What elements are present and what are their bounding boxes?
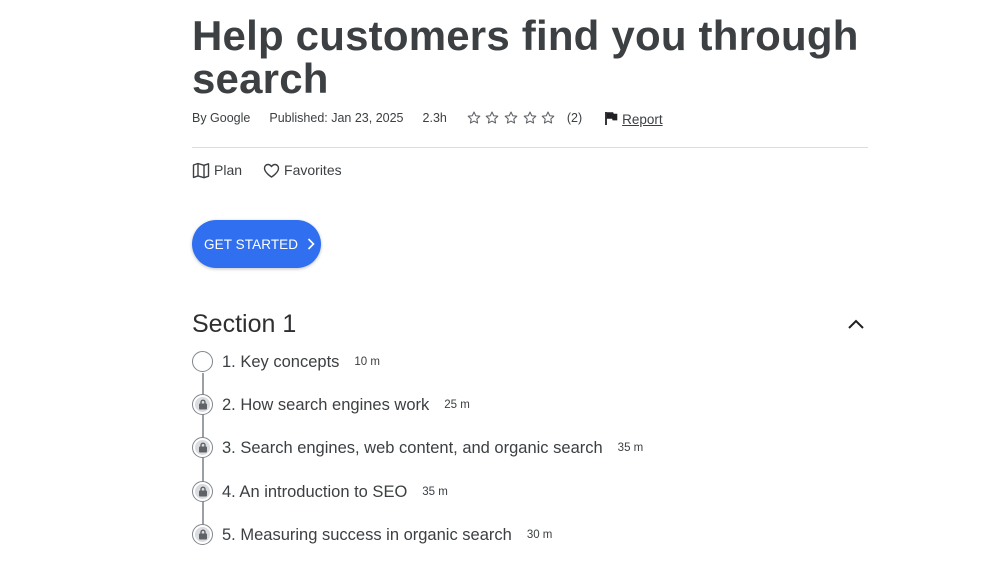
get-started-label[interactable]: GET STARTED bbox=[204, 237, 298, 252]
star-icon[interactable] bbox=[503, 110, 519, 126]
map-icon bbox=[192, 162, 210, 178]
lock-icon bbox=[192, 437, 213, 459]
step-item[interactable]: 3. Search engines, web content, and orga… bbox=[192, 437, 868, 480]
published-date: Published: Jan 23, 2025 bbox=[269, 111, 404, 125]
course-meta: By Google Published: Jan 23, 2025 2.3h (… bbox=[192, 107, 663, 129]
course-actions: Plan Favorites bbox=[192, 160, 363, 180]
step-item[interactable]: 1. Key concepts 10 m bbox=[192, 351, 868, 394]
heart-outline-icon bbox=[263, 163, 280, 178]
author: By Google bbox=[192, 111, 251, 125]
step-label[interactable]: 2. How search engines work bbox=[222, 394, 429, 416]
lock-icon bbox=[192, 480, 213, 502]
favorites-label[interactable]: Favorites bbox=[284, 162, 342, 178]
empty-circle-icon bbox=[192, 351, 213, 372]
report-link[interactable]: Report bbox=[605, 109, 663, 127]
lock-icon bbox=[192, 523, 213, 545]
step-duration: 25 m bbox=[444, 399, 470, 412]
get-started-button[interactable]: GET STARTED bbox=[192, 220, 321, 268]
step-label[interactable]: 1. Key concepts bbox=[222, 351, 339, 373]
rating-count: (2) bbox=[566, 111, 583, 125]
plan-label[interactable]: Plan bbox=[214, 162, 242, 178]
lock-icon bbox=[192, 394, 213, 416]
favorites-button[interactable]: Favorites bbox=[263, 162, 342, 178]
chevron-up-icon[interactable] bbox=[846, 314, 866, 334]
header-divider bbox=[192, 147, 868, 148]
step-item[interactable]: 5. Measuring success in organic search 3… bbox=[192, 523, 868, 567]
section-header[interactable]: Section 1 bbox=[192, 308, 868, 340]
page-title: Help customers find you through search bbox=[192, 12, 859, 102]
plan-button[interactable]: Plan bbox=[192, 162, 242, 179]
report-label[interactable]: Report bbox=[622, 112, 663, 127]
star-icon[interactable] bbox=[522, 110, 538, 126]
step-list: 1. Key concepts 10 m 2. How search engin… bbox=[192, 351, 868, 567]
step-label[interactable]: 3. Search engines, web content, and orga… bbox=[222, 437, 603, 459]
flag-icon bbox=[605, 112, 618, 125]
step-duration: 30 m bbox=[526, 528, 553, 541]
section-title: Section 1 bbox=[192, 309, 297, 338]
star-icon[interactable] bbox=[540, 110, 556, 126]
star-icon[interactable] bbox=[466, 110, 482, 126]
chevron-right-icon bbox=[308, 238, 315, 250]
step-label[interactable]: 5. Measuring success in organic search bbox=[222, 524, 512, 546]
step-duration: 35 m bbox=[617, 442, 644, 455]
star-icon[interactable] bbox=[484, 110, 500, 126]
step-duration: 35 m bbox=[422, 485, 448, 498]
star-rating[interactable] bbox=[466, 110, 559, 126]
step-item[interactable]: 4. An introduction to SEO 35 m bbox=[192, 480, 868, 524]
step-duration: 10 m bbox=[354, 356, 380, 368]
step-label[interactable]: 4. An introduction to SEO bbox=[222, 481, 407, 503]
step-item[interactable]: 2. How search engines work 25 m bbox=[192, 394, 868, 437]
course-duration: 2.3h bbox=[422, 111, 447, 125]
